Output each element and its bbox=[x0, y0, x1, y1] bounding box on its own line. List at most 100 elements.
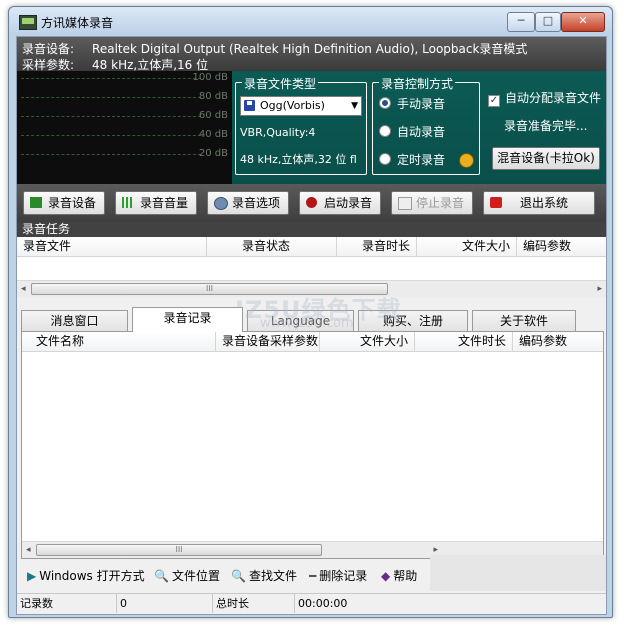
stop-record-button[interactable]: 停止录音 bbox=[391, 191, 473, 215]
column-header[interactable]: 录音设备采样参数 bbox=[216, 332, 320, 351]
file-location-button[interactable]: 🔍 文件位置 bbox=[154, 567, 220, 584]
button-label: 删除记录 bbox=[319, 569, 368, 583]
device-info-panel: 录音设备: Realtek Digital Output (Realtek Hig… bbox=[17, 37, 606, 72]
record-count-label: 记录数 bbox=[17, 594, 117, 613]
delete-record-button[interactable]: ━ 删除记录 bbox=[309, 567, 367, 584]
scroll-thumb[interactable]: III bbox=[36, 544, 322, 556]
column-header[interactable]: 录音状态 bbox=[207, 237, 337, 256]
records-table-header: 文件名称 录音设备采样参数 文件大小 文件时长 编码参数 bbox=[22, 332, 603, 352]
close-button[interactable]: ✕ bbox=[561, 12, 605, 32]
radio-unchecked-icon bbox=[379, 153, 391, 165]
checkbox-checked-icon: ✓ bbox=[488, 95, 500, 107]
meter-level-label: 80 dB bbox=[198, 91, 228, 102]
mix-device-button[interactable]: 混音设备(卡拉Ok) bbox=[492, 147, 600, 170]
record-icon bbox=[306, 197, 317, 208]
file-type-title: 录音文件类型 bbox=[242, 75, 319, 92]
tab-messages[interactable]: 消息窗口 bbox=[21, 310, 128, 331]
open-with-button[interactable]: ▶ Windows 打开方式 bbox=[27, 567, 145, 584]
format-value: Ogg(Vorbis) bbox=[260, 99, 325, 112]
search-icon: 🔍 bbox=[154, 569, 169, 583]
format-select[interactable]: Ogg(Vorbis) ▼ bbox=[240, 96, 362, 116]
help-button[interactable]: ◆ 帮助 bbox=[381, 567, 417, 584]
window-title: 方讯媒体录音 bbox=[41, 16, 114, 30]
scroll-right-icon[interactable]: ▸ bbox=[597, 284, 602, 294]
title-bar[interactable]: 方讯媒体录音 ─ □ ✕ bbox=[9, 7, 612, 35]
chevron-down-icon: ▼ bbox=[351, 101, 358, 111]
button-label: 录音设备 bbox=[48, 196, 97, 210]
file-type-group: 录音文件类型 Ogg(Vorbis) ▼ VBR,Quality:4 48 kH… bbox=[235, 75, 367, 175]
column-header[interactable]: 文件大小 bbox=[320, 332, 415, 351]
total-duration-label: 总时长 bbox=[213, 594, 295, 613]
minimize-button[interactable]: ─ bbox=[507, 12, 535, 32]
column-header[interactable]: 录音时长 bbox=[337, 237, 417, 256]
main-toolbar: 录音设备 录音音量 录音选项 启动录音 停止录音 退出系统 bbox=[17, 184, 606, 222]
start-record-button[interactable]: 启动录音 bbox=[299, 191, 381, 215]
tasks-header: 录音任务 bbox=[17, 222, 606, 237]
radio-label: 自动录音 bbox=[397, 125, 446, 139]
button-label: 录音选项 bbox=[232, 196, 281, 210]
scroll-left-icon[interactable]: ◂ bbox=[26, 545, 31, 555]
maximize-button[interactable]: □ bbox=[535, 12, 561, 32]
column-header[interactable]: 文件时长 bbox=[415, 332, 513, 351]
column-header[interactable]: 文件名称 bbox=[22, 332, 216, 351]
meter-level-label: 40 dB bbox=[198, 129, 228, 140]
column-header[interactable]: 编码参数 bbox=[517, 237, 606, 256]
column-header[interactable]: 编码参数 bbox=[513, 332, 603, 351]
volume-bars-icon bbox=[122, 197, 134, 208]
meter-line bbox=[21, 78, 201, 79]
auto-split-checkbox[interactable]: ✓ 自动分配录音文件 bbox=[488, 89, 601, 107]
meter-level-label: 20 dB bbox=[198, 148, 228, 159]
button-label: 停止录音 bbox=[416, 196, 465, 210]
button-label: 查找文件 bbox=[248, 569, 297, 583]
stop-icon bbox=[398, 197, 412, 210]
scroll-right-icon[interactable]: ▸ bbox=[433, 545, 438, 555]
button-label: 帮助 bbox=[393, 569, 418, 583]
auto-split-label: 自动分配录音文件 bbox=[505, 91, 602, 105]
record-options-button[interactable]: 录音选项 bbox=[207, 191, 289, 215]
records-table[interactable]: 文件名称 录音设备采样参数 文件大小 文件时长 编码参数 ◂ III ▸ bbox=[21, 331, 604, 559]
column-header[interactable]: 文件大小 bbox=[417, 237, 517, 256]
sample-value: 48 kHz,立体声,16 位 bbox=[92, 58, 209, 72]
status-bar: 记录数 0 总时长 00:00:00 bbox=[17, 593, 606, 614]
minus-icon: ━ bbox=[309, 569, 317, 583]
meter-line bbox=[21, 97, 201, 98]
column-header[interactable]: 录音文件 bbox=[17, 237, 207, 256]
tasks-title: 录音任务 bbox=[22, 222, 71, 236]
button-label: 启动录音 bbox=[324, 196, 373, 210]
button-label: Windows 打开方式 bbox=[39, 569, 145, 583]
exit-button[interactable]: 退出系统 bbox=[483, 191, 595, 215]
meter-level-label: 60 dB bbox=[198, 110, 228, 121]
exit-icon bbox=[490, 197, 502, 208]
scroll-left-icon[interactable]: ◂ bbox=[21, 284, 26, 294]
record-actions-toolbar: ▶ Windows 打开方式 🔍 文件位置 🔍 查找文件 ━ 删除记录 ◆ 帮助 bbox=[17, 561, 606, 587]
tasks-table[interactable]: 录音文件 录音状态 录音时长 文件大小 编码参数 ◂ III ▸ bbox=[17, 237, 606, 297]
radio-manual[interactable]: 手动录音 bbox=[379, 95, 445, 112]
status-text: 录音准备完毕... bbox=[504, 119, 588, 133]
record-volume-button[interactable]: 录音音量 bbox=[115, 191, 197, 215]
device-row: 录音设备: Realtek Digital Output (Realtek Hig… bbox=[22, 40, 527, 57]
radio-checked-icon bbox=[379, 97, 391, 109]
clock-icon[interactable] bbox=[459, 153, 474, 168]
play-icon: ▶ bbox=[27, 569, 37, 583]
device-value: Realtek Digital Output (Realtek High Def… bbox=[92, 42, 528, 56]
control-panel: 100 dB 80 dB 60 dB 40 dB 20 dB 录音文件类型 Og… bbox=[17, 71, 606, 184]
meter-line bbox=[21, 154, 201, 155]
button-label: 退出系统 bbox=[520, 196, 569, 210]
level-meter: 100 dB 80 dB 60 dB 40 dB 20 dB bbox=[17, 71, 232, 184]
radio-auto[interactable]: 自动录音 bbox=[379, 123, 445, 140]
radio-label: 定时录音 bbox=[397, 153, 446, 167]
device-icon bbox=[30, 197, 42, 208]
radio-unchecked-icon bbox=[379, 125, 391, 137]
button-label: 文件位置 bbox=[171, 569, 220, 583]
watermark-url: www.jz5u.com bbox=[260, 316, 354, 331]
record-device-button[interactable]: 录音设备 bbox=[23, 191, 105, 215]
tab-about[interactable]: 关于软件 bbox=[472, 310, 576, 331]
meter-line bbox=[21, 135, 201, 136]
tab-records[interactable]: 录音记录 bbox=[132, 307, 243, 332]
meter-line bbox=[21, 116, 201, 117]
format-text: 48 kHz,立体声,32 位 fl bbox=[240, 153, 357, 166]
button-label: 录音音量 bbox=[140, 196, 189, 210]
radio-timed[interactable]: 定时录音 bbox=[379, 151, 445, 168]
tasks-table-header: 录音文件 录音状态 录音时长 文件大小 编码参数 bbox=[17, 237, 606, 257]
find-file-button[interactable]: 🔍 查找文件 bbox=[231, 567, 297, 584]
